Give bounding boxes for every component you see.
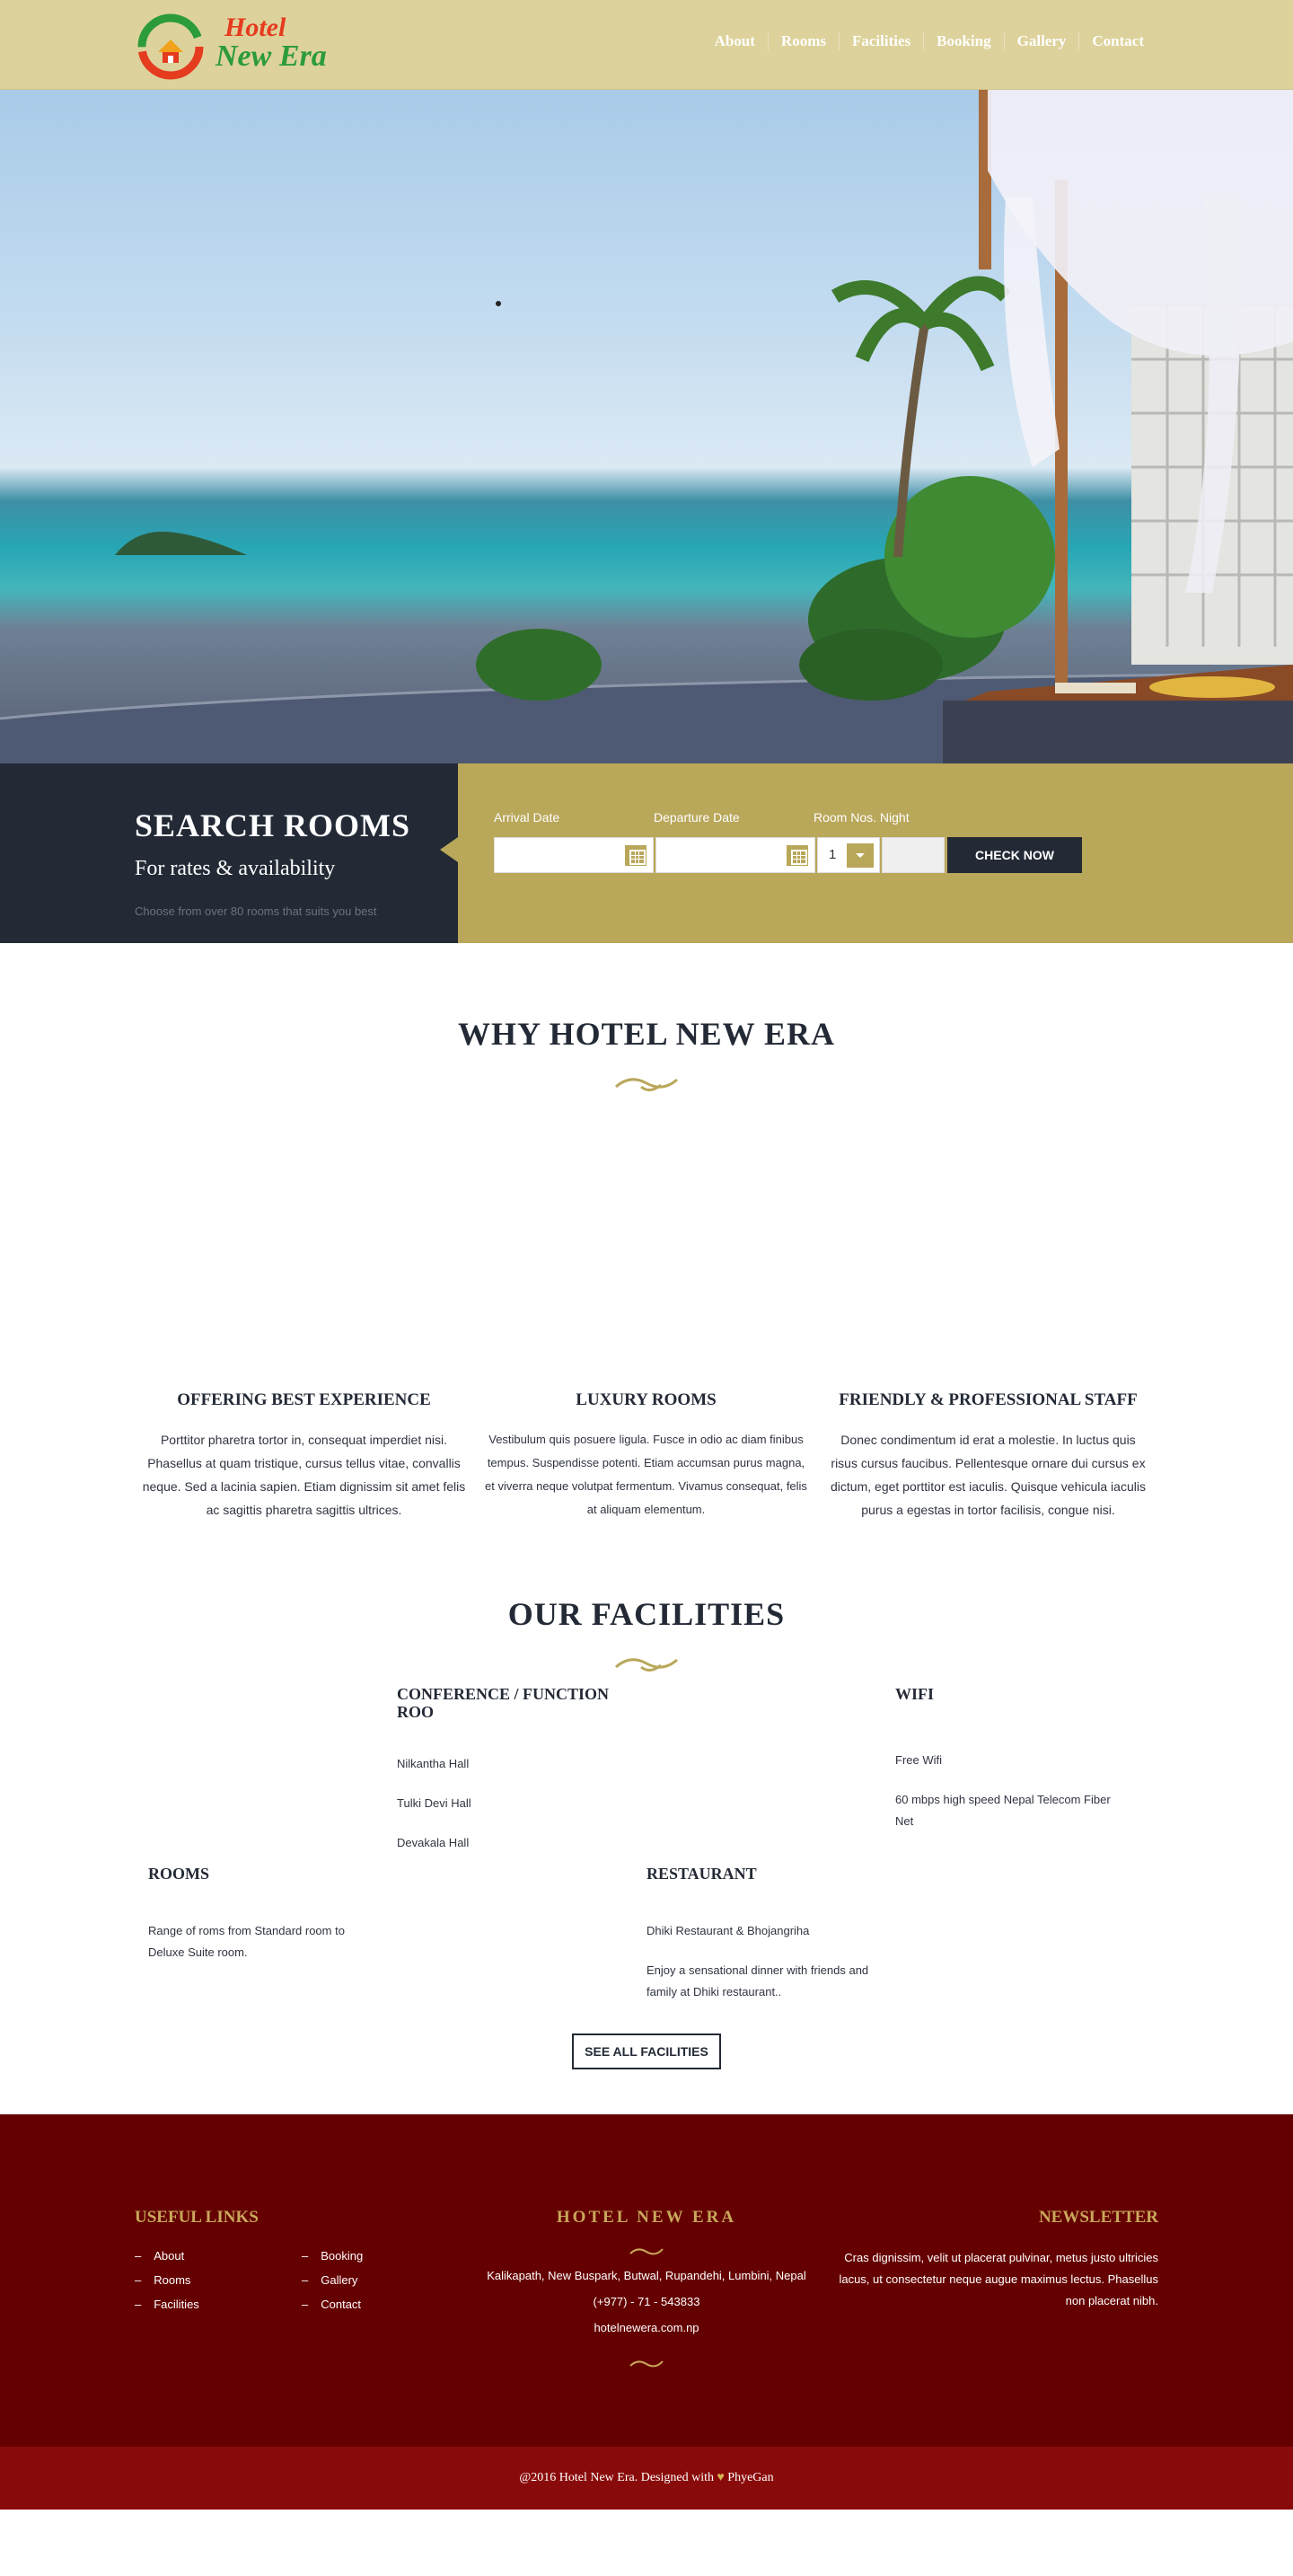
feature-experience: OFFERING BEST EXPERIENCE Porttitor phare… [133, 1390, 475, 1522]
why-title: WHY HOTEL NEW ERA [457, 1016, 836, 1052]
footer-link-label[interactable]: Facilities [154, 2298, 199, 2311]
heart-icon: ♥ [717, 2471, 725, 2484]
facility-conference: CONFERENCE / FUNCTION ROO Nilkantha Hall… [397, 1685, 621, 1872]
main-nav: About Rooms Facilities Booking Gallery C… [702, 32, 1157, 50]
feature-luxury-rooms: LUXURY ROOMS Vestibulum quis posuere lig… [475, 1390, 817, 1522]
swirl-divider-icon [615, 1078, 678, 1091]
footer-link-label[interactable]: Booking [321, 2249, 363, 2263]
facilities-title: OUR FACILITIES [507, 1596, 786, 1632]
nav-about[interactable]: About [702, 32, 768, 50]
facility-line: Range of roms from Standard room to Delu… [148, 1924, 345, 1959]
footer-link-label[interactable]: About [154, 2249, 184, 2263]
feature-staff: FRIENDLY & PROFESSIONAL STAFF Donec cond… [817, 1390, 1159, 1522]
facility-line: Dhiki Restaurant & Bhojangriha [646, 1924, 810, 1937]
footer-link-contact[interactable]: – Contact [302, 2298, 363, 2311]
feature-title: FRIENDLY & PROFESSIONAL STAFF [839, 1390, 1138, 1409]
hotel-address: Kalikapath, New Buspark, Butwal, Rupande… [487, 2269, 806, 2282]
logo-line-1: Hotel [224, 13, 286, 42]
facility-title: CONFERENCE / FUNCTION ROO [397, 1685, 610, 1721]
arrival-date-input[interactable] [494, 837, 654, 873]
footer-link-rooms[interactable]: – Rooms [135, 2273, 199, 2287]
nav-gallery[interactable]: Gallery [1003, 32, 1079, 50]
newsletter-title: NEWSLETTER [1038, 2208, 1158, 2227]
search-form: Arrival Date Departure Date Room Nos. Ni… [458, 763, 1293, 943]
hotel-website[interactable]: hotelnewera.com.np [422, 2321, 871, 2334]
footer-link-about[interactable]: – About [135, 2249, 199, 2263]
hero-image [0, 90, 1293, 763]
facility-line: Tulki Devi Hall [397, 1796, 471, 1810]
feature-title: LUXURY ROOMS [576, 1390, 717, 1409]
departure-label: Departure Date [654, 810, 740, 825]
nav-booking[interactable]: Booking [923, 32, 1003, 50]
facility-restaurant: RESTAURANT Dhiki Restaurant & Bhojangrih… [646, 1865, 871, 2021]
hotel-contact: HOTEL NEW ERA Kalikapath, New Buspark, B… [422, 2208, 871, 2370]
hotel-phone[interactable]: (+977) - 71 - 543833 [422, 2295, 871, 2308]
chevron-down-icon[interactable] [847, 843, 874, 868]
copyright-text: @2016 Hotel New Era. Designed with [519, 2471, 714, 2484]
logo-line-2: New Era [216, 40, 327, 73]
nav-facilities[interactable]: Facilities [838, 32, 923, 50]
rooms-label: Room Nos. Night [814, 810, 910, 825]
arrival-label: Arrival Date [494, 810, 560, 825]
footer-link-label[interactable]: Contact [321, 2298, 361, 2311]
site-header: Hotel New Era About Rooms Facilities Boo… [0, 0, 1293, 90]
departure-date-input[interactable] [655, 837, 815, 873]
facility-line: Nilkantha Hall [397, 1757, 470, 1770]
search-subtitle: For rates & availability [135, 857, 336, 880]
facility-title: ROOMS [148, 1865, 210, 1883]
facility-line: 60 mbps high speed Nepal Telecom Fiber N… [895, 1793, 1111, 1828]
search-rooms-band: SEARCH ROOMS For rates & availability Ch… [0, 763, 1293, 943]
search-intro: SEARCH ROOMS For rates & availability Ch… [0, 763, 458, 943]
hero-scene [0, 90, 1293, 763]
search-title: SEARCH ROOMS [135, 807, 411, 843]
footer-link-facilities[interactable]: – Facilities [135, 2298, 199, 2311]
nav-rooms[interactable]: Rooms [767, 32, 839, 50]
calendar-icon[interactable] [785, 843, 810, 868]
feature-text: Vestibulum quis posuere ligula. Fusce in… [485, 1433, 807, 1516]
room-nights-value: 1 [829, 847, 837, 862]
swirl-divider-icon [629, 2360, 664, 2368]
newsletter-text: Cras dignissim, velit ut placerat pulvin… [839, 2251, 1158, 2307]
feature-text: Porttitor pharetra tortor in, consequat … [142, 1433, 466, 1517]
facility-line: Devakala Hall [397, 1836, 470, 1849]
useful-links-title: USEFUL LINKS [135, 2208, 259, 2227]
swirl-divider-icon [629, 2248, 664, 2255]
room-nights-select[interactable]: 1 [817, 837, 880, 873]
facilities-grid: CONFERENCE / FUNCTION ROO Nilkantha Hall… [0, 1674, 1293, 2033]
designer-name[interactable]: PhyeGan [727, 2471, 773, 2484]
search-note: Choose from over 80 rooms that suits you… [135, 904, 377, 918]
hotel-logo[interactable]: Hotel New Era [136, 13, 343, 80]
feature-text: Donec condimentum id erat a molestie. In… [831, 1433, 1146, 1517]
facility-title: RESTAURANT [646, 1865, 757, 1883]
facilities-section: OUR FACILITIES CONFERENCE / FUNCTION ROO… [0, 1522, 1293, 2069]
logo-emblem-icon [137, 13, 204, 80]
copyright-bar: @2016 Hotel New Era. Designed with ♥ Phy… [0, 2447, 1293, 2510]
links-column-1: – About – Rooms – Facilities [135, 2249, 199, 2322]
facility-line: Enjoy a sensational dinner with friends … [646, 1963, 869, 1998]
why-section: WHY HOTEL NEW ERA OFFERING BEST EXPERIEN… [0, 943, 1293, 1522]
site-footer: USEFUL LINKS – About – Rooms – Facilities –… [0, 2114, 1293, 2447]
footer-link-booking[interactable]: – Booking [302, 2249, 363, 2263]
links-column-2: – Booking – Gallery – Contact [302, 2249, 363, 2322]
feature-title: OFFERING BEST EXPERIENCE [177, 1390, 431, 1409]
logo-wordmark: Hotel New Era [216, 14, 327, 72]
hotel-title: HOTEL NEW ERA [556, 2208, 737, 2227]
facility-wifi: WIFI Free Wifi 60 mbps high speed Nepal … [895, 1685, 1120, 1850]
footer-link-label[interactable]: Gallery [321, 2273, 357, 2287]
facility-rooms: ROOMS Range of roms from Standard room t… [148, 1865, 373, 1981]
check-now-button[interactable]: CHECK NOW [947, 837, 1082, 873]
extra-field[interactable] [882, 837, 945, 873]
facility-title: WIFI [895, 1685, 935, 1703]
footer-link-gallery[interactable]: – Gallery [302, 2273, 363, 2287]
features-list: OFFERING BEST EXPERIENCE Porttitor phare… [133, 1390, 1160, 1522]
facility-line: Free Wifi [895, 1753, 942, 1767]
see-all-facilities-button[interactable]: SEE ALL FACILITIES [572, 2033, 721, 2069]
footer-link-label[interactable]: Rooms [154, 2273, 190, 2287]
swirl-divider-icon [615, 1658, 678, 1672]
nav-contact[interactable]: Contact [1078, 32, 1157, 50]
calendar-icon[interactable] [623, 843, 648, 868]
